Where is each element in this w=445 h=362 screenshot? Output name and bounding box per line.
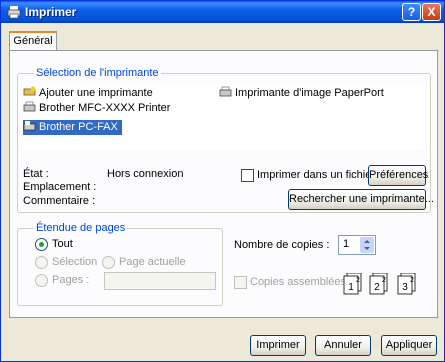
- pages-input[interactable]: [104, 272, 216, 290]
- pages-radio[interactable]: [35, 274, 48, 287]
- print-button[interactable]: Imprimer: [250, 335, 306, 356]
- printer-icon: [7, 6, 21, 19]
- svg-text:3: 3: [402, 282, 408, 293]
- printer-name: Brother MFC-XXXX Printer: [39, 102, 171, 114]
- window-title: Imprimer: [25, 5, 77, 19]
- print-to-file-label[interactable]: Imprimer dans un fichier: [257, 169, 375, 181]
- collate-checkbox[interactable]: [234, 276, 247, 289]
- preferences-button[interactable]: Préférences: [368, 165, 428, 186]
- selection-radio[interactable]: [35, 256, 48, 269]
- up-down-arrow-icon: [364, 240, 370, 250]
- printer-item-brother-mfc[interactable]: Brother MFC-XXXX Printer: [23, 101, 170, 116]
- all-pages-label[interactable]: Tout: [52, 238, 73, 250]
- svg-text:2: 2: [410, 277, 414, 284]
- title-bar[interactable]: Imprimer ? X: [1, 1, 444, 23]
- spin-arrows-icon[interactable]: [360, 237, 374, 253]
- fax-icon: [23, 121, 36, 131]
- page-range-title: Étendue de pages: [34, 222, 128, 234]
- printer-name: Ajouter une imprimante: [39, 87, 153, 99]
- paperport-printer-icon: [219, 86, 232, 97]
- collate-label[interactable]: Copies assemblées: [250, 276, 346, 288]
- status-value: Hors connexion: [107, 168, 184, 180]
- comment-label: Commentaire :: [23, 195, 96, 207]
- printer-item-brother-pc-fax[interactable]: Brother PC-FAX: [23, 120, 122, 135]
- copies-count-label: Nombre de copies :: [234, 239, 330, 251]
- printer-item-paperport[interactable]: Imprimante d'image PaperPort: [219, 86, 384, 101]
- all-pages-radio[interactable]: [35, 238, 48, 251]
- copies-stepper[interactable]: 1: [338, 235, 376, 255]
- selection-label[interactable]: Sélection: [52, 256, 97, 268]
- find-printer-button[interactable]: Rechercher une imprimante...: [288, 189, 434, 210]
- current-page-label[interactable]: Page actuelle: [119, 256, 186, 268]
- svg-text:2: 2: [382, 277, 386, 284]
- current-page-radio[interactable]: [102, 256, 115, 269]
- add-printer-icon: [23, 86, 36, 96]
- svg-text:2: 2: [356, 277, 360, 284]
- cancel-button[interactable]: Annuler: [315, 335, 371, 356]
- svg-text:1: 1: [348, 282, 354, 293]
- printer-list[interactable]: Ajouter une imprimante Brother MFC-XXXX …: [23, 84, 425, 150]
- pages-label[interactable]: Pages :: [52, 274, 89, 286]
- location-label: Emplacement :: [23, 181, 97, 193]
- printer-icon: [23, 101, 36, 112]
- apply-button[interactable]: Appliquer: [381, 335, 437, 356]
- printer-name: Imprimante d'image PaperPort: [235, 87, 384, 99]
- print-dialog: Imprimer ? X Général Sélection de l'impr…: [0, 0, 445, 362]
- collate-pages-icon: 1 2 2 2 3 2: [343, 273, 416, 295]
- printer-item-add[interactable]: Ajouter une imprimante: [23, 86, 153, 101]
- tab-general[interactable]: Général: [9, 31, 57, 51]
- close-button[interactable]: X: [422, 3, 441, 21]
- svg-text:2: 2: [374, 282, 380, 293]
- help-button[interactable]: ?: [402, 3, 421, 21]
- copies-count-value: 1: [343, 238, 350, 250]
- printer-selection-title: Sélection de l'imprimante: [34, 67, 161, 79]
- status-label: État :: [23, 168, 49, 180]
- print-to-file-checkbox[interactable]: [241, 169, 254, 182]
- printer-name: Brother PC-FAX: [39, 121, 118, 133]
